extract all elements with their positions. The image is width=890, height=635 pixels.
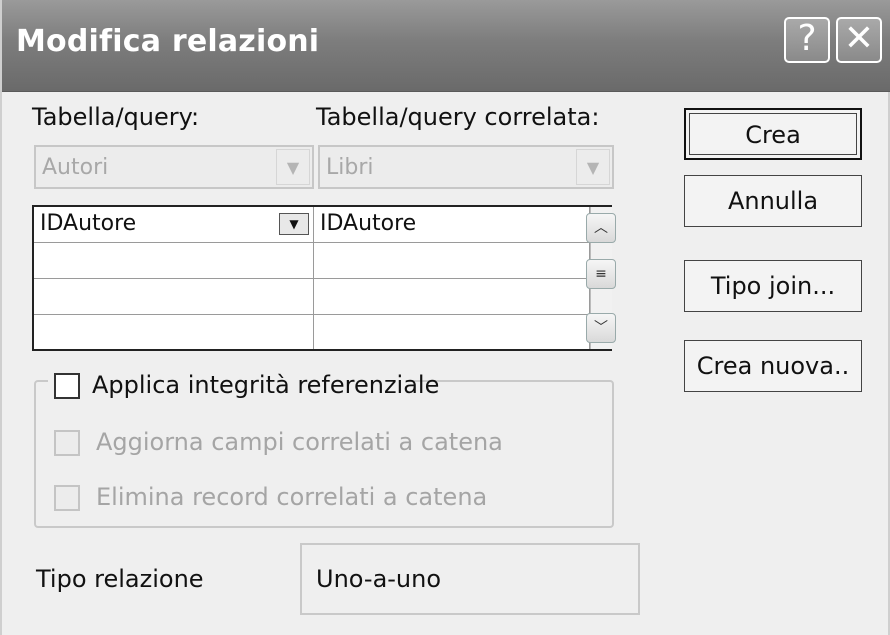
table-query-combo: Autori ▼ [34,145,314,189]
help-icon: ? [797,18,817,59]
cascade-update-checkbox [54,430,80,456]
cancel-button[interactable]: Annulla [684,175,862,227]
title-bar[interactable]: Modifica relazioni ? ✕ [2,0,890,92]
relationship-type-box: Uno-a-uno [300,543,640,615]
table-query-dropdown-icon: ▼ [276,149,310,185]
grid-scrollbar[interactable]: ︿ ≡ ﹀ [586,207,616,349]
related-table-query-dropdown-icon: ▼ [576,149,610,185]
help-button[interactable]: ? [784,17,830,63]
grid-cell-right-4[interactable] [314,315,590,349]
related-table-query-label: Tabella/query correlata: [316,103,600,131]
window-title: Modifica relazioni [16,24,320,59]
grip-icon: ≡ [595,266,607,282]
grid-cell-right-3[interactable] [314,279,590,315]
chevron-down-icon: ﹀ [594,320,608,336]
cascade-update-label: Aggiorna campi correlati a catena [96,428,503,456]
scroll-thumb[interactable]: ≡ [586,259,616,289]
edit-relationships-dialog: Modifica relazioni ? ✕ Tabella/query: Ta… [0,0,890,635]
chevron-down-icon: ▼ [289,217,299,231]
enforce-integrity-row[interactable]: Applica integrità referenziale [48,368,439,404]
scroll-up-button[interactable]: ︿ [586,213,616,243]
grid-cell-text: IDAutore [320,211,417,236]
grid-cell-right-2[interactable] [314,243,590,279]
table-query-value: Autori [42,155,109,180]
close-icon: ✕ [843,18,875,59]
grid-cell-right-1[interactable]: IDAutore [314,207,590,243]
grid-cell-left-1[interactable]: IDAutore ▼ [34,207,314,243]
create-button[interactable]: Crea [684,108,862,160]
grid-cell-left-2[interactable] [34,243,314,279]
cascade-delete-label: Elimina record correlati a catena [96,483,488,511]
grid-cell-left-3[interactable] [34,279,314,315]
related-table-query-combo: Libri ▼ [318,145,614,189]
grid-cell-left-4[interactable] [34,315,314,349]
create-new-button[interactable]: Crea nuova.. [684,340,862,392]
cascade-delete-checkbox [54,485,80,511]
grid-cell-text: IDAutore [40,211,137,236]
enforce-integrity-checkbox[interactable] [54,373,80,399]
field-mapping-grid: IDAutore ▼ IDAutore ︿ ≡ ﹀ [32,205,616,351]
chevron-up-icon: ︿ [594,220,608,236]
field-dropdown-button[interactable]: ▼ [279,213,309,235]
related-table-query-value: Libri [326,155,374,180]
relationship-type-value: Uno-a-uno [316,565,442,593]
table-query-label: Tabella/query: [32,103,200,131]
enforce-integrity-label: Applica integrità referenziale [92,371,440,399]
scroll-down-button[interactable]: ﹀ [586,313,616,343]
close-button[interactable]: ✕ [836,17,882,63]
relationship-type-label: Tipo relazione [36,565,204,593]
join-type-button[interactable]: Tipo join... [684,260,862,312]
